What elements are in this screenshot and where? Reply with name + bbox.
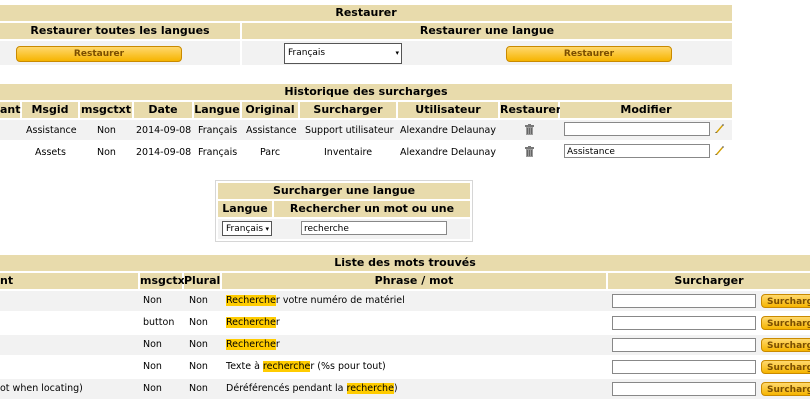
cell-plural: Non	[189, 317, 208, 328]
restore-language-value: Français	[288, 48, 326, 58]
cell-phrase: Rechercher votre numéro de matériel	[226, 295, 405, 306]
restore-all-button[interactable]: Restaurer	[16, 46, 182, 62]
history-panel: Historique des surcharges ant Msgid msgc…	[0, 84, 732, 164]
history-title: Historique des surcharges	[0, 84, 732, 100]
search-input[interactable]: recherche	[301, 221, 447, 235]
phrase-highlight: Recherche	[226, 317, 276, 328]
restore-panel: Restaurer Restaurer toutes les langues R…	[0, 5, 732, 67]
cell-surcharger: Support utilisateur	[305, 125, 394, 136]
col-ant: ant	[0, 102, 21, 118]
found-title: Liste des mots trouvés	[0, 255, 810, 271]
override-language-value: Français	[226, 224, 264, 234]
col-restaurer: Restaurer	[500, 102, 562, 118]
found-panel: Liste des mots trouvés nt msgctx Plural …	[0, 255, 810, 405]
cell-phrase: Texte à rechercher (%s pour tout)	[226, 361, 386, 372]
cell-msgctx: Non	[143, 383, 162, 394]
cell-original: Parc	[260, 147, 281, 158]
phrase-post: r	[275, 339, 280, 350]
col-date: Date	[134, 102, 192, 118]
cell-original: Assistance	[246, 125, 297, 136]
cell-msgid: Assets	[35, 147, 66, 158]
col-msgid: Msgid	[22, 102, 78, 118]
restore-one-button[interactable]: Restaurer	[506, 46, 672, 62]
override-input[interactable]	[612, 382, 756, 396]
col-surcharger: Surcharger	[300, 102, 396, 118]
phrase-post: r	[275, 317, 280, 328]
col-original: Original	[242, 102, 298, 118]
chevron-down-icon: ▾	[265, 225, 269, 233]
override-title: Surcharger une langue	[218, 183, 470, 199]
cell-msgid: Assistance	[26, 125, 77, 136]
chevron-down-icon: ▾	[395, 49, 399, 57]
pencil-icon[interactable]	[714, 123, 724, 134]
restore-language-select[interactable]: Français ▾	[284, 43, 402, 64]
cell-date: 2014-09-08	[136, 125, 192, 136]
cell-phrase: Déréférencés pendant la recherche)	[226, 383, 398, 394]
phrase-highlight: recherche	[262, 361, 311, 372]
cell-phrase: Rechercher	[226, 339, 280, 350]
override-button[interactable]: Surcharg	[761, 382, 810, 396]
cell-langue: Français	[198, 147, 238, 158]
phrase-highlight: Recherche	[226, 339, 276, 350]
cell-msgctx: Non	[143, 339, 162, 350]
cell-utilisateur: Alexandre Delaunay	[400, 125, 496, 136]
cell-plural: Non	[189, 295, 208, 306]
restore-title: Restaurer	[0, 5, 732, 21]
phrase-post: r (%s pour tout)	[310, 361, 386, 372]
phrase-pre: Déréférencés pendant la	[226, 383, 347, 394]
override-button[interactable]: Surcharg	[761, 316, 810, 330]
cell-msgctx: button	[143, 317, 175, 328]
phrase-highlight: recherche	[346, 383, 394, 394]
col-msgctxt: msgctxt	[80, 102, 132, 118]
override-input[interactable]	[612, 294, 756, 308]
trash-icon[interactable]	[525, 124, 534, 135]
cell-plural: Non	[189, 361, 208, 372]
phrase-highlight: Recherche	[226, 295, 276, 306]
cell-msgctxt: Non	[97, 125, 116, 136]
found-col-msgctx: msgctx	[140, 273, 185, 289]
override-col-search: Rechercher un mot ou une phrase	[274, 201, 470, 231]
modifier-input[interactable]: Assistance	[564, 144, 710, 158]
override-input[interactable]	[612, 360, 756, 374]
cell-left: ot when locating)	[0, 383, 83, 394]
found-col-nt: nt	[0, 273, 138, 289]
col-utilisateur: Utilisateur	[398, 102, 498, 118]
col-modifier: Modifier	[560, 102, 732, 118]
phrase-pre: Texte à	[226, 361, 263, 372]
found-col-plural: Plural	[184, 273, 221, 289]
cell-msgctx: Non	[143, 361, 162, 372]
override-panel: Surcharger une langue Langue Rechercher …	[215, 180, 473, 242]
cell-utilisateur: Alexandre Delaunay	[400, 147, 496, 158]
cell-plural: Non	[189, 339, 208, 350]
phrase-post: )	[393, 383, 398, 394]
restore-all-header: Restaurer toutes les langues	[0, 23, 240, 39]
cell-date: 2014-09-08	[136, 147, 192, 158]
cell-msgctxt: Non	[97, 147, 116, 158]
override-input[interactable]	[612, 316, 756, 330]
col-langue: Langue	[194, 102, 240, 118]
cell-langue: Français	[198, 125, 238, 136]
cell-surcharger: Inventaire	[324, 147, 373, 158]
override-input[interactable]	[612, 338, 756, 352]
cell-msgctx: Non	[143, 295, 162, 306]
phrase-post: r votre numéro de matériel	[275, 295, 405, 306]
pencil-icon[interactable]	[714, 145, 724, 156]
trash-icon[interactable]	[525, 146, 534, 157]
override-language-select[interactable]: Français ▾	[222, 221, 272, 236]
override-col-lang: Langue	[218, 201, 272, 217]
override-button[interactable]: Surcharg	[761, 294, 810, 308]
restore-one-header: Restaurer une langue	[242, 23, 732, 39]
found-col-phrase: Phrase / mot	[222, 273, 606, 289]
cell-plural: Non	[189, 383, 208, 394]
modifier-input[interactable]	[564, 122, 710, 136]
override-button[interactable]: Surcharg	[761, 360, 810, 374]
cell-phrase: Rechercher	[226, 317, 280, 328]
override-button[interactable]: Surcharg	[761, 338, 810, 352]
found-col-surcharger: Surcharger	[608, 273, 810, 289]
